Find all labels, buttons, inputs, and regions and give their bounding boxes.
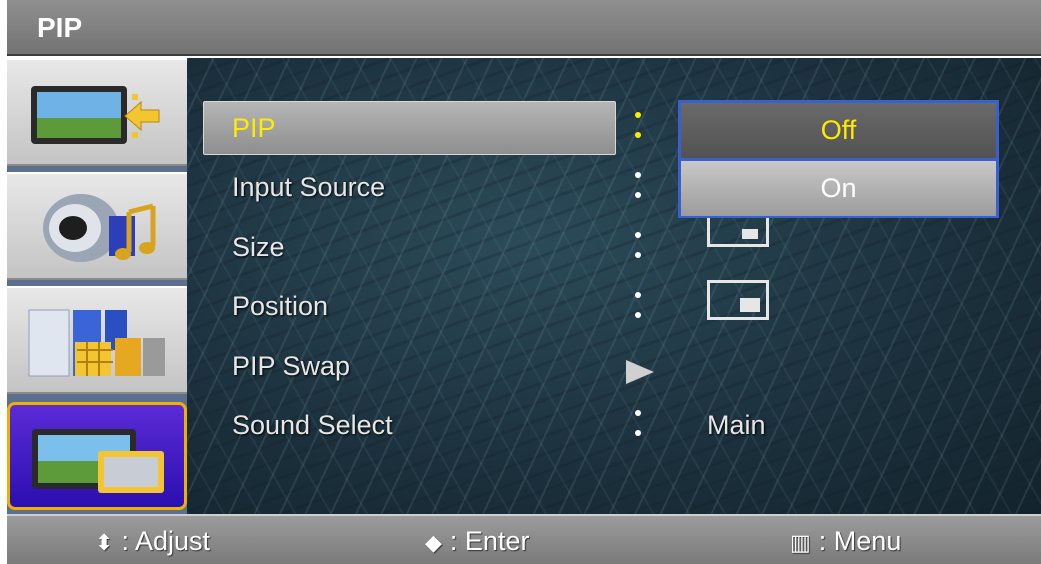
sidebar-tab-channel[interactable] bbox=[7, 286, 187, 394]
dropdown-option-on[interactable]: On bbox=[681, 161, 996, 216]
sidebar bbox=[7, 58, 187, 514]
menu-item-pip[interactable]: PIP bbox=[232, 113, 276, 144]
sidebar-tab-setup[interactable] bbox=[7, 402, 187, 510]
menu-item-size[interactable]: Size bbox=[232, 232, 285, 263]
separator-colon bbox=[628, 170, 648, 210]
separator-colon bbox=[628, 408, 648, 448]
dropdown-option-off[interactable]: Off bbox=[681, 103, 996, 158]
submenu-arrow-icon bbox=[626, 360, 654, 384]
window-title: PIP bbox=[37, 12, 83, 43]
menu-item-pip-swap[interactable]: PIP Swap bbox=[232, 351, 350, 382]
channel-icon bbox=[28, 309, 165, 377]
separator-colon bbox=[628, 110, 648, 150]
separator-colon bbox=[628, 290, 648, 330]
sidebar-tab-picture[interactable] bbox=[7, 58, 187, 166]
pip-size-icon bbox=[707, 217, 769, 247]
sidebar-tab-sound[interactable] bbox=[7, 172, 187, 280]
hint-adjust-label: : Adjust bbox=[121, 526, 210, 556]
sound-icon bbox=[43, 194, 156, 262]
sound-select-value: Main bbox=[707, 410, 766, 440]
footer-hint-bar: ⬍ : Adjust ◆ : Enter ▥ : Menu bbox=[7, 514, 1041, 564]
title-bar: PIP bbox=[7, 0, 1041, 56]
hint-enter: ◆ : Enter bbox=[425, 526, 529, 557]
pip-position-icon bbox=[707, 280, 769, 320]
menu-icon: ▥ bbox=[790, 530, 811, 555]
pip-dropdown[interactable]: Off On bbox=[678, 100, 999, 218]
hint-menu: ▥ : Menu bbox=[790, 526, 901, 557]
up-down-arrow-icon: ⬍ bbox=[95, 530, 114, 555]
hint-menu-label: : Menu bbox=[818, 526, 902, 556]
menu-item-sound-select[interactable]: Sound Select bbox=[232, 410, 393, 441]
picture-icon bbox=[31, 86, 160, 144]
left-right-arrow-icon: ◆ bbox=[425, 530, 442, 555]
separator-colon bbox=[628, 230, 648, 270]
menu-item-input-source[interactable]: Input Source bbox=[232, 172, 385, 203]
menu-item-position[interactable]: Position bbox=[232, 291, 328, 322]
setup-icon bbox=[32, 429, 164, 493]
hint-enter-label: : Enter bbox=[449, 526, 530, 556]
hint-adjust: ⬍ : Adjust bbox=[95, 526, 210, 557]
